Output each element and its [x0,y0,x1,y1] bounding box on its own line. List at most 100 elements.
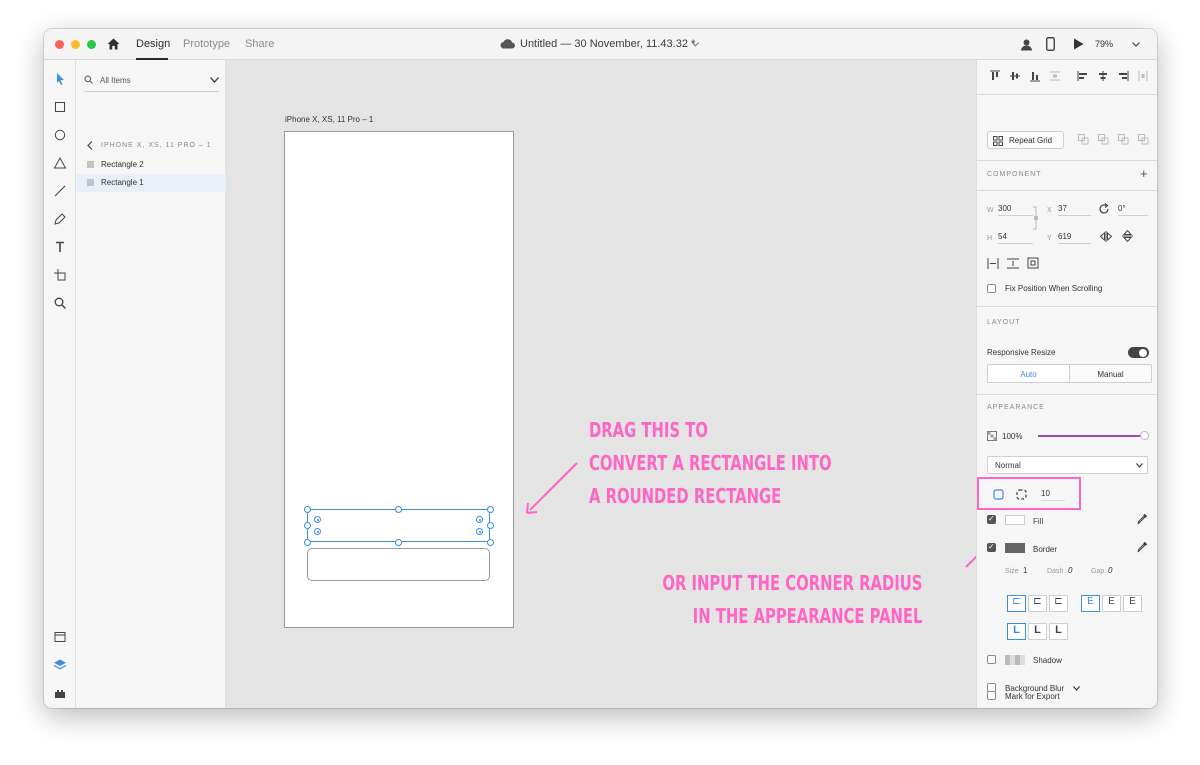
distribute-vertical-icon[interactable] [1049,70,1061,82]
back-chevron-icon[interactable] [87,141,93,150]
border-checkbox[interactable] [987,542,996,552]
join-miter-button[interactable]: E [1081,595,1100,612]
shadow-swatch[interactable] [1005,655,1025,665]
fill-swatch[interactable] [1005,515,1025,525]
fix-position-checkbox[interactable] [987,284,996,293]
document-assets-icon[interactable] [53,630,67,644]
close-window-button[interactable] [55,40,64,49]
repeat-grid-button[interactable]: Repeat Grid [987,131,1064,149]
opacity-slider-track[interactable] [1038,435,1142,437]
boolean-subtract-icon[interactable] [1098,134,1109,145]
opacity-slider-thumb[interactable] [1140,431,1149,440]
text-icon[interactable] [53,240,67,254]
document-title[interactable]: Untitled — 30 November, 11.43.32 * [520,38,695,50]
distribute-horizontal-icon[interactable] [1137,70,1149,82]
align-middle-icon[interactable] [1009,70,1021,82]
shadow-checkbox[interactable] [987,655,996,664]
user-profile-icon[interactable] [1020,38,1033,51]
flip-horizontal-icon[interactable] [1100,231,1112,242]
resize-manual-button[interactable]: Manual [1069,364,1152,383]
border-gap-field[interactable]: 0 [1108,566,1112,575]
tab-design[interactable]: Design [136,38,170,50]
layer-item-rectangle-1[interactable]: Rectangle 1 [76,174,226,192]
join-bevel-button[interactable]: E [1123,595,1142,612]
x-field[interactable]: 37 [1058,202,1091,216]
rotation-field[interactable]: 0° [1118,202,1148,216]
align-left-icon[interactable] [1077,70,1089,82]
line-icon[interactable] [53,184,67,198]
chevron-down-icon[interactable] [692,42,699,47]
pen-icon[interactable] [53,212,67,226]
boolean-add-icon[interactable] [1078,134,1089,145]
width-field[interactable]: 300 [998,202,1033,216]
per-corner-radius-icon[interactable] [1016,489,1027,500]
ellipse-icon[interactable] [53,128,67,142]
border-label: Border [1033,545,1058,554]
chevron-down-icon[interactable] [210,77,219,83]
boolean-intersect-icon[interactable] [1118,134,1129,145]
y-field[interactable]: 619 [1058,230,1091,244]
arrow-to-corner-handle [526,462,578,514]
border-swatch[interactable] [1005,543,1025,553]
layers-icon[interactable] [53,658,67,672]
join-round-button[interactable]: E [1102,595,1121,612]
lock-ratio-icon[interactable] [1033,206,1039,230]
appearance-section-label: APPEARANCE [987,404,1045,411]
blend-mode-select[interactable]: Normal [987,456,1148,474]
opacity-value[interactable]: 100% [1002,432,1022,441]
responsive-resize-label: Responsive Resize [987,348,1056,357]
align-center-icon[interactable] [1097,70,1109,82]
maximize-window-button[interactable] [87,40,96,49]
tab-share[interactable]: Share [245,38,274,50]
resize-auto-button[interactable]: Auto [987,364,1070,383]
flip-vertical-icon[interactable] [1122,230,1133,242]
cap-square-button[interactable]: L [1049,623,1068,640]
zoom-chevron-icon[interactable] [1132,42,1140,47]
plugins-icon[interactable] [53,686,67,700]
play-icon[interactable] [1073,38,1084,50]
align-top-icon[interactable] [989,70,1001,82]
layers-filter[interactable]: All Items [84,70,219,92]
mobile-preview-icon[interactable] [1046,37,1055,51]
fixed-width-icon[interactable] [987,258,999,269]
eyedropper-icon[interactable] [1137,513,1148,525]
add-component-icon[interactable]: + [1140,166,1148,181]
zoom-icon[interactable] [53,296,67,310]
layer-item-rectangle-2[interactable]: Rectangle 2 [76,156,226,174]
boolean-exclude-icon[interactable] [1138,134,1149,145]
polygon-icon[interactable] [53,156,67,170]
chevron-down-icon[interactable] [1073,686,1080,691]
eyedropper-icon[interactable] [1137,541,1148,553]
height-field[interactable]: 54 [998,230,1033,244]
mark-for-export-checkbox[interactable] [987,691,996,700]
artboard-icon[interactable] [53,268,67,282]
responsive-resize-toggle[interactable] [1128,347,1149,358]
tool-bar [44,60,76,708]
layers-panel: All Items IPHONE X, XS, 11 PRO – 1 Recta… [76,60,226,708]
home-icon[interactable] [107,38,120,50]
pin-edges-icon[interactable] [1027,257,1039,269]
select-icon[interactable] [53,72,67,86]
rectangle-layer-icon [87,179,94,186]
stroke-inner-button[interactable]: ⊏ [1007,595,1026,612]
stroke-outer-button[interactable]: ⊏ [1049,595,1068,612]
fixed-height-icon[interactable] [1007,258,1019,269]
design-canvas[interactable]: iPhone X, XS, 11 Pro – 1 DRAG THIS TO CO… [226,60,1018,708]
cap-round-button[interactable]: L [1028,623,1047,640]
stroke-center-button[interactable]: ⊏ [1028,595,1047,612]
corner-radius-field[interactable]: 10 [1041,489,1065,501]
fill-checkbox[interactable] [987,514,996,524]
align-right-icon[interactable] [1117,70,1129,82]
divider [977,306,1157,307]
cap-butt-button[interactable]: L [1007,623,1026,640]
minimize-window-button[interactable] [71,40,80,49]
border-dash-field[interactable]: 0 [1068,566,1072,575]
uniform-corner-radius-icon[interactable] [993,489,1004,500]
zoom-level[interactable]: 79% [1095,39,1113,49]
align-bottom-icon[interactable] [1029,70,1041,82]
tab-prototype[interactable]: Prototype [183,38,230,50]
layers-filter-label: All Items [100,76,131,85]
layers-artboard-row[interactable]: IPHONE X, XS, 11 PRO – 1 [76,137,226,155]
rectangle-icon[interactable] [53,100,67,114]
border-size-field[interactable]: 1 [1023,566,1027,575]
